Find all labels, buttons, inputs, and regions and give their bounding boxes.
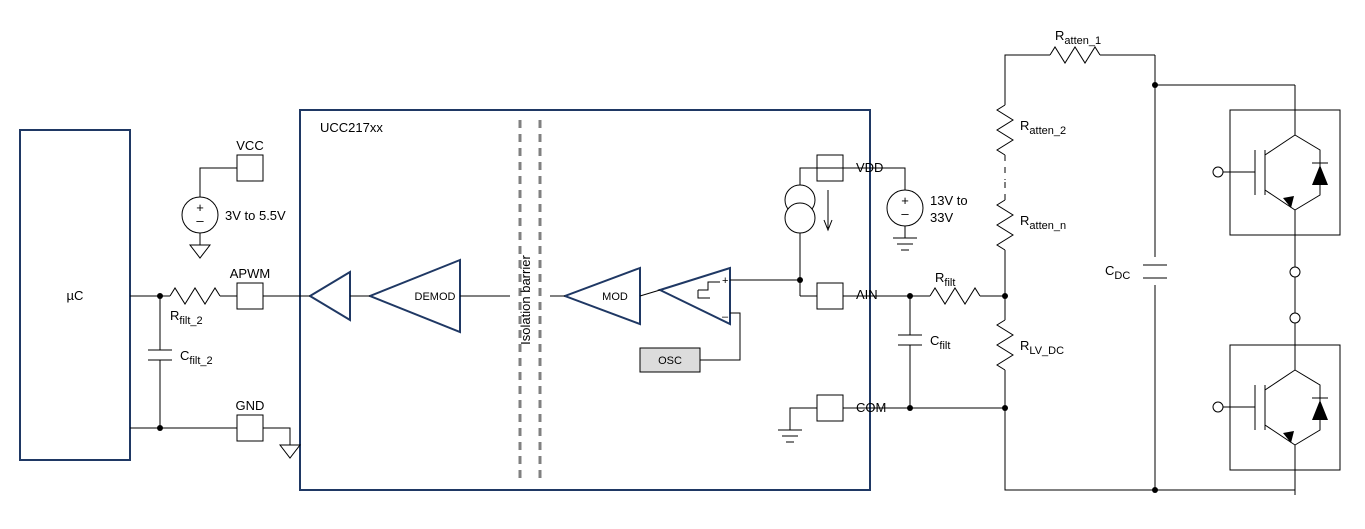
svg-text:Rfilt: Rfilt [935,270,955,289]
igbt-bottom [1213,300,1340,495]
demod-label: DEMOD [415,291,456,303]
resistor-symbol [170,288,220,304]
svg-text:–: – [196,213,204,228]
resistor-symbol [997,320,1013,370]
svg-text:–: – [901,206,909,221]
svg-text:RLV_DC: RLV_DC [1020,338,1064,357]
schematic-diagram: µC UCC217xx Isolation barrier VCC + – 3V… [0,0,1365,529]
vcc-src-label: 3V to 5.5V [225,208,286,223]
apwm-pin [237,283,263,309]
earth-ground-icon [280,445,300,458]
resistor-symbol [997,105,1013,155]
svg-text:Cfilt_2: Cfilt_2 [180,348,213,367]
svg-text:Rfilt_2: Rfilt_2 [170,308,203,327]
barrier-label: Isolation barrier [518,255,533,345]
svg-text:Ratten_n: Ratten_n [1020,213,1066,232]
svg-text:CDC: CDC [1105,263,1130,282]
svg-text:–: – [722,311,729,323]
gnd-label: GND [236,398,265,413]
resistor-symbol [930,288,980,304]
com-pin [817,395,843,421]
svg-text:33V: 33V [930,210,953,225]
resistor-symbol [997,200,1013,250]
mod-label: MOD [602,291,628,303]
ain-label: AIN [856,287,878,302]
apwm-label: APWM [230,266,270,281]
osc-label: OSC [658,355,682,367]
gnd-pin [237,415,263,441]
svg-text:+: + [722,275,728,287]
earth-ground-icon [190,245,210,258]
ain-pin [817,283,843,309]
svg-text:Cfilt: Cfilt [930,333,950,352]
chip-label: UCC217xx [320,120,383,135]
vcc-pin [237,155,263,181]
vcc-label: VCC [236,138,263,153]
svg-text:Ratten_1: Ratten_1 [1055,28,1101,47]
svg-text:13V to: 13V to [930,193,968,208]
svg-text:Ratten_2: Ratten_2 [1020,118,1066,137]
uc-label: µC [67,288,84,303]
resistor-symbol [1050,47,1100,63]
igbt-top [1213,85,1340,260]
